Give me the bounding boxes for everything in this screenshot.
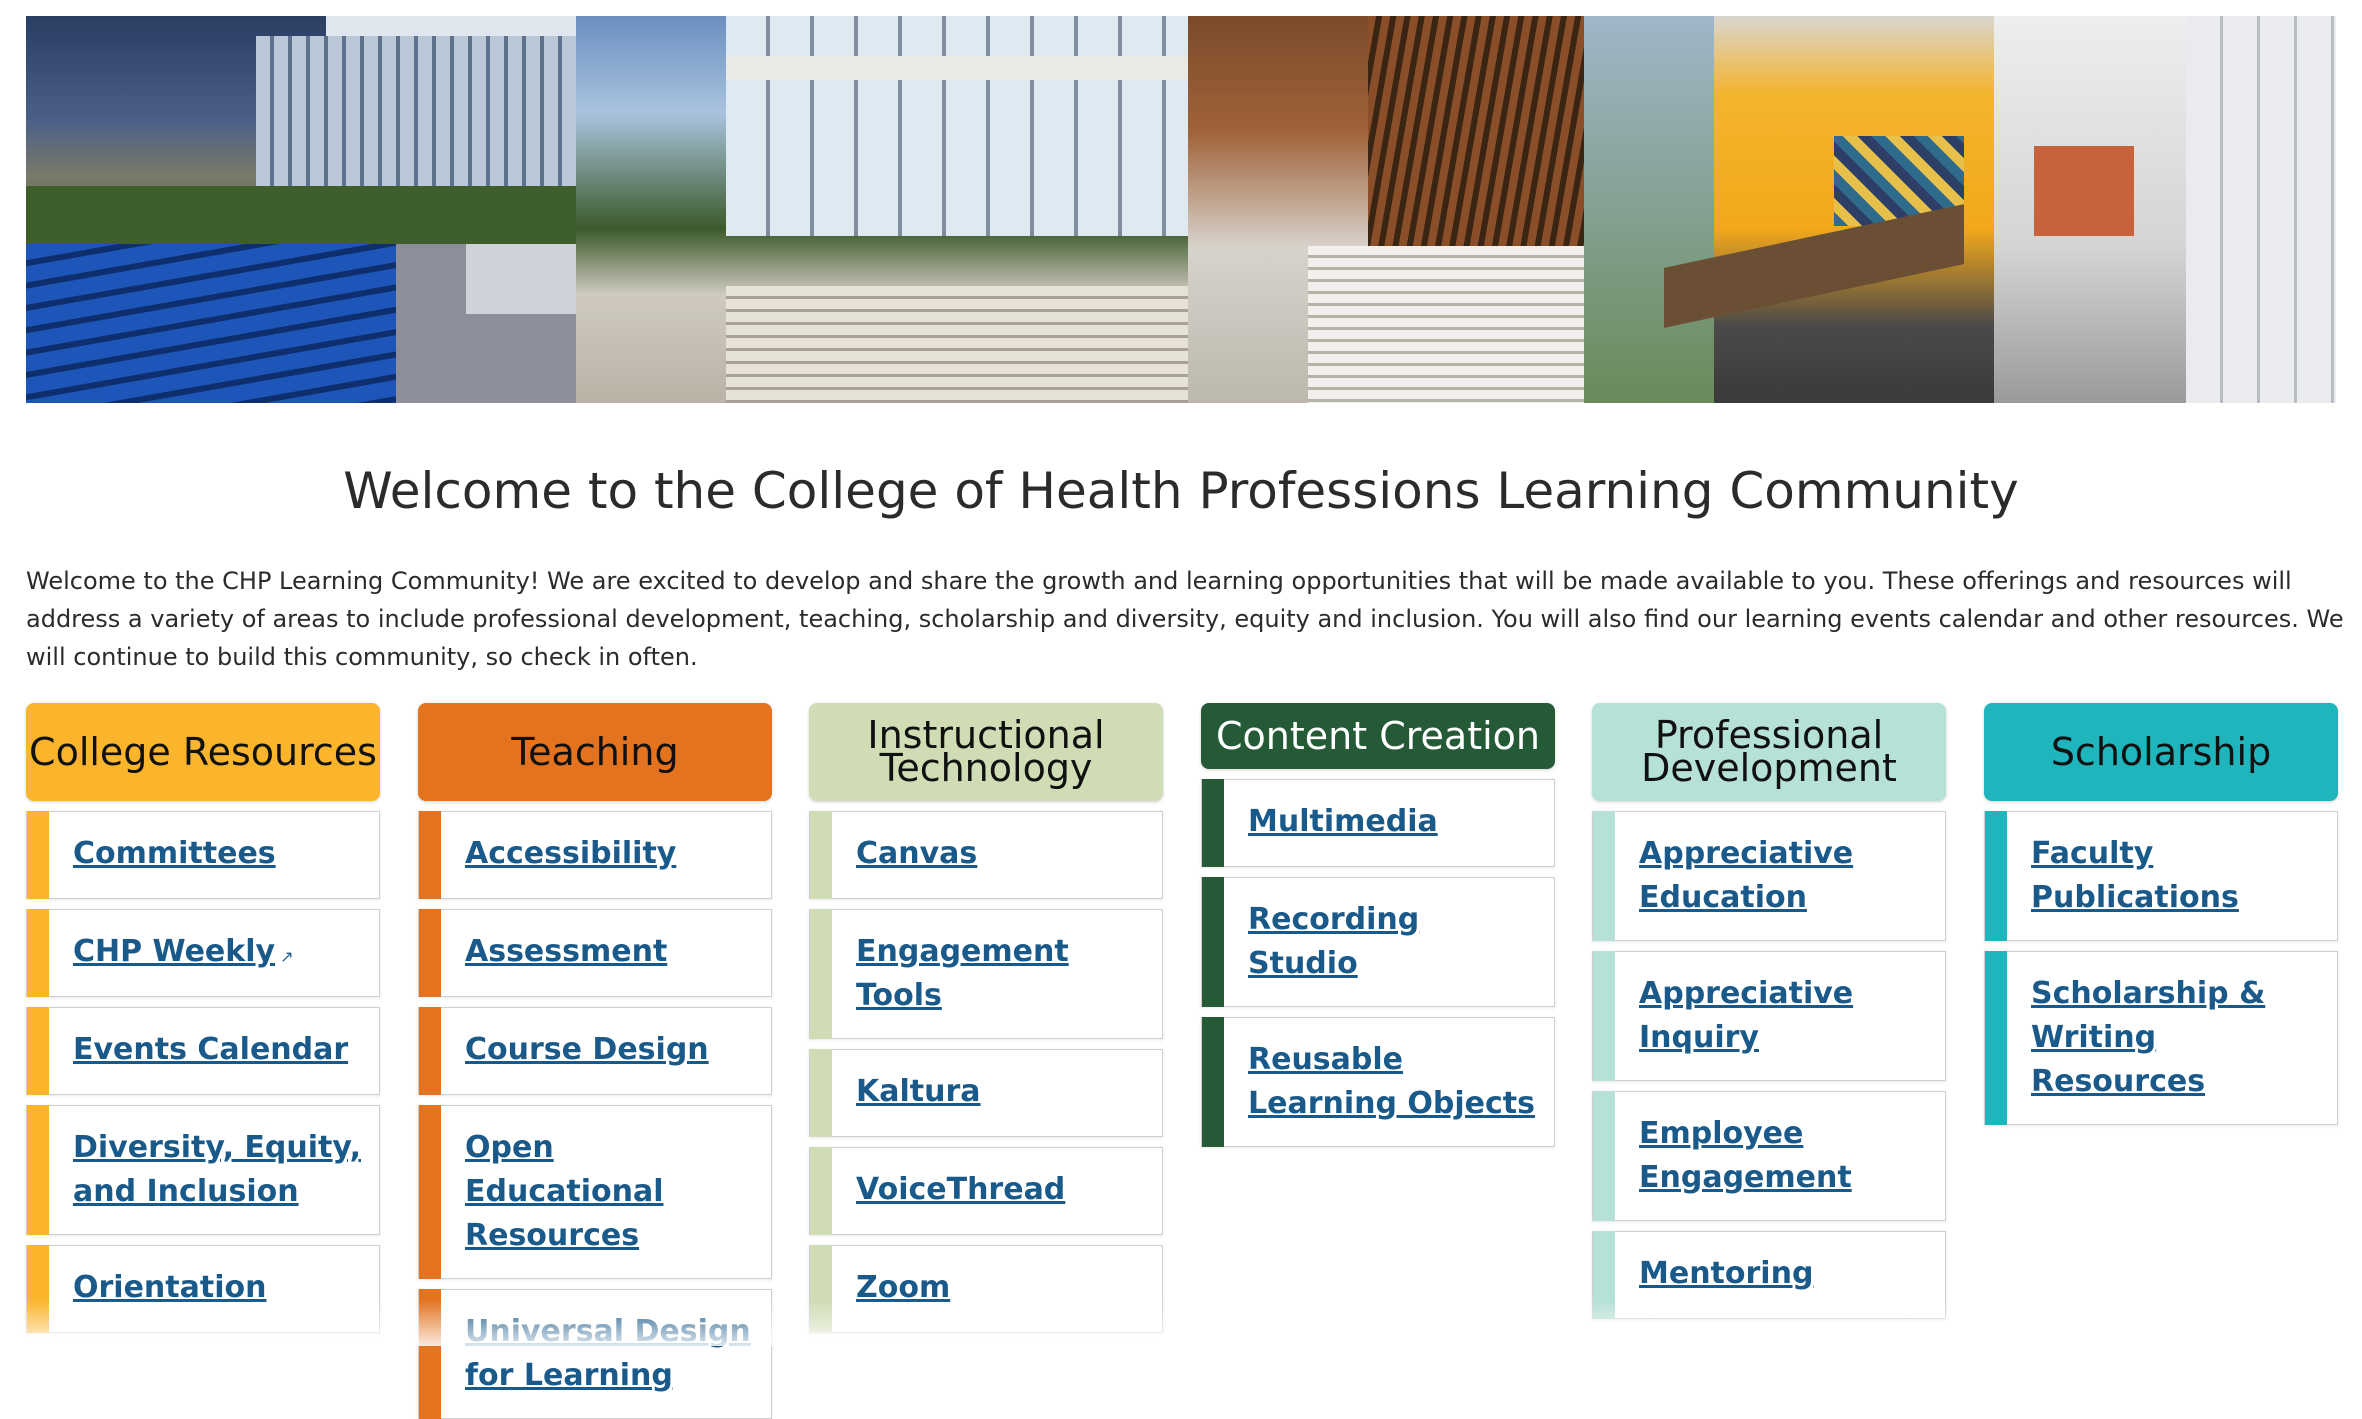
accent-bar [1985,951,2007,1125]
column-heading: Instructional Technology [809,703,1163,801]
link-reusable-learning-objects[interactable]: Reusable Learning Objects [1248,1042,1535,1121]
study-lounge-photo [1584,16,1994,403]
accent-bar [1202,1017,1224,1147]
link-open-educational-resources[interactable]: Open Educational Resources [465,1130,663,1253]
link-card-open-educational-resources[interactable]: Open Educational Resources [418,1105,772,1279]
column-heading: Scholarship [1984,703,2338,801]
link-card-assessment[interactable]: Assessment [418,909,772,997]
accent-bar [27,1007,49,1095]
link-kaltura[interactable]: Kaltura [856,1074,981,1109]
locker-hallway-photo [1994,16,2336,403]
link-multimedia[interactable]: Multimedia [1248,804,1438,839]
accent-bar [27,1105,49,1235]
link-canvas[interactable]: Canvas [856,836,977,871]
accent-bar [419,1105,441,1279]
accent-bar [1202,779,1224,867]
link-card-diversity-equity-and-inclusion[interactable]: Diversity, Equity, and Inclusion [26,1105,380,1235]
link-card-canvas[interactable]: Canvas [809,811,1163,899]
link-card-faculty-publications[interactable]: Faculty Publications [1984,811,2338,941]
accent-bar [419,909,441,997]
link-card-kaltura[interactable]: Kaltura [809,1049,1163,1137]
hero-banner [26,16,2336,403]
accent-bar [810,1147,832,1235]
link-scholarship-and-writing-resources[interactable]: Scholarship & Writing Resources [2031,976,2265,1099]
link-faculty-publications[interactable]: Faculty Publications [2031,836,2239,915]
column-heading: Professional Development [1592,703,1946,801]
link-appreciative-inquiry[interactable]: Appreciative Inquiry [1639,976,1853,1055]
accent-bar [27,909,49,997]
link-card-events-calendar[interactable]: Events Calendar [26,1007,380,1095]
link-card-accessibility[interactable]: Accessibility [418,811,772,899]
accent-bar [1593,811,1615,941]
accent-bar [419,811,441,899]
page-title: Welcome to the College of Health Profess… [343,462,2019,520]
column-scholarship: Scholarship Faculty Publications Scholarsh… [1984,703,2338,1125]
column-college-resources: College Resources Committees CHP Weekly ↗ E… [26,703,380,1333]
bottom-fade [0,1300,2362,1346]
accent-bar [419,1007,441,1095]
link-card-chp-weekly[interactable]: CHP Weekly ↗ [26,909,380,997]
link-engagement-tools[interactable]: Engagement Tools [856,934,1069,1013]
external-link-icon: ↗ [275,947,294,966]
link-appreciative-education[interactable]: Appreciative Education [1639,836,1853,915]
intro-paragraph: Welcome to the CHP Learning Community! W… [26,567,2344,671]
link-card-engagement-tools[interactable]: Engagement Tools [809,909,1163,1039]
column-content-creation: Content Creation Multimedia Recording Stud… [1201,703,1555,1147]
link-mentoring[interactable]: Mentoring [1639,1256,1813,1291]
accent-bar [810,811,832,899]
link-course-design[interactable]: Course Design [465,1032,709,1067]
column-heading: College Resources [26,703,380,801]
accent-bar [810,909,832,1039]
link-assessment[interactable]: Assessment [465,934,667,969]
link-card-committees[interactable]: Committees [26,811,380,899]
link-employee-engagement[interactable]: Employee Engagement [1639,1116,1852,1195]
accent-bar [27,811,49,899]
column-instructional-technology: Instructional Technology Canvas Engagement… [809,703,1163,1333]
link-card-appreciative-inquiry[interactable]: Appreciative Inquiry [1592,951,1946,1081]
accent-bar [1593,1091,1615,1221]
link-card-voicethread[interactable]: VoiceThread [809,1147,1163,1235]
link-recording-studio[interactable]: Recording Studio [1248,902,1419,981]
accent-bar [1593,951,1615,1081]
auditorium-photo [26,244,576,403]
link-card-appreciative-education[interactable]: Appreciative Education [1592,811,1946,941]
column-professional-development: Professional Development Appreciative Edu… [1592,703,1946,1319]
link-card-reusable-learning-objects[interactable]: Reusable Learning Objects [1201,1017,1555,1147]
column-heading: Teaching [418,703,772,801]
link-card-scholarship-and-writing-resources[interactable]: Scholarship & Writing Resources [1984,951,2338,1125]
column-heading: Content Creation [1201,703,1555,769]
interior-staircase-photo [1188,16,1584,403]
link-card-employee-engagement[interactable]: Employee Engagement [1592,1091,1946,1221]
entrance-stairs-photo [576,16,1188,403]
link-committees[interactable]: Committees [73,836,276,871]
building-exterior-photo [26,16,576,244]
link-chp-weekly[interactable]: CHP Weekly [73,934,275,969]
link-card-course-design[interactable]: Course Design [418,1007,772,1095]
accent-bar [1985,811,2007,941]
accent-bar [1202,877,1224,1007]
link-voicethread[interactable]: VoiceThread [856,1172,1065,1207]
link-events-calendar[interactable]: Events Calendar [73,1032,348,1067]
link-card-multimedia[interactable]: Multimedia [1201,779,1555,867]
link-accessibility[interactable]: Accessibility [465,836,676,871]
accent-bar [810,1049,832,1137]
link-diversity-equity-and-inclusion[interactable]: Diversity, Equity, and Inclusion [73,1130,361,1209]
link-card-recording-studio[interactable]: Recording Studio [1201,877,1555,1007]
